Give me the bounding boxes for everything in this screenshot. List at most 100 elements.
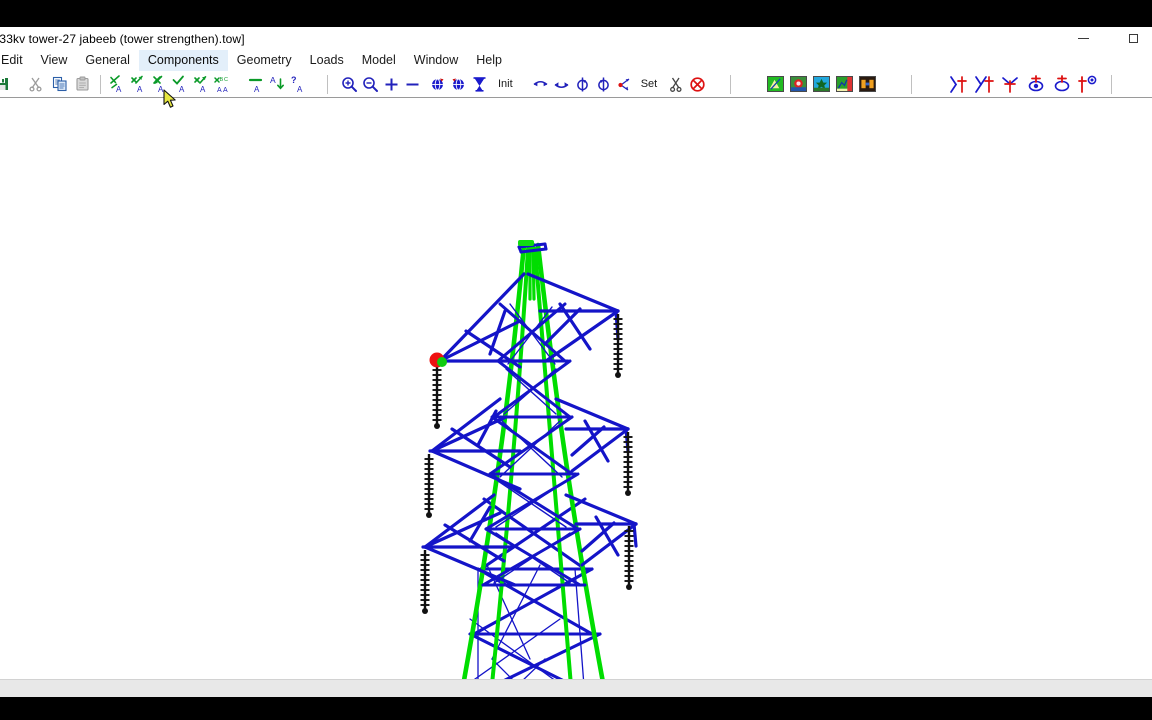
member-node-right-icon	[1054, 74, 1070, 91]
menu-item-help[interactable]: Help	[467, 50, 511, 71]
node-pick-icon	[618, 77, 630, 91]
menu-item-edit[interactable]: Edit	[0, 50, 32, 71]
flip-horizontal-icon	[533, 80, 548, 86]
member-node-left-icon	[1028, 74, 1044, 91]
model-canvas[interactable]	[0, 99, 1152, 679]
toolbar-separator	[730, 74, 732, 94]
text-down-arrow-icon: A	[270, 75, 284, 90]
insulator-button[interactable]	[1075, 74, 1101, 95]
bracing-type-a-button[interactable]	[945, 74, 971, 95]
trim-button[interactable]	[666, 74, 687, 95]
delete-circle-icon	[690, 76, 705, 92]
copy-button[interactable]	[49, 74, 70, 95]
add-text-abc-button[interactable]: B C A A	[211, 74, 232, 95]
text-help-button[interactable]: ? A	[288, 74, 309, 95]
toolbar-separator	[1111, 74, 1113, 94]
menu-item-view[interactable]: View	[32, 50, 77, 71]
svg-text:A: A	[223, 87, 228, 93]
add-text-check-button[interactable]: A	[169, 74, 190, 95]
paste-button[interactable]	[72, 74, 93, 95]
render-stress-button[interactable]	[790, 76, 808, 92]
restore-button[interactable]	[1110, 27, 1152, 50]
rotate-right-button[interactable]	[448, 74, 469, 95]
set-label[interactable]: Set	[638, 78, 661, 90]
hourglass-icon	[473, 76, 486, 92]
add-text-up-button[interactable]: A	[106, 74, 127, 95]
toolbar-group-file	[0, 71, 93, 97]
decrease-button[interactable]	[402, 74, 423, 95]
menu-item-loads[interactable]: Loads	[301, 50, 353, 71]
menu-item-components[interactable]: Components	[138, 50, 228, 71]
svg-text:A: A	[137, 85, 143, 93]
flip-vertical-icon	[554, 81, 569, 88]
save-button[interactable]	[0, 74, 12, 95]
letterbox-bottom	[0, 697, 1152, 720]
menu-item-general[interactable]: General	[76, 50, 138, 71]
init-label[interactable]: Init	[495, 78, 516, 90]
node-left-button[interactable]	[1023, 74, 1049, 95]
toolbar-separator	[911, 74, 913, 94]
add-text-arrow-button[interactable]: A	[190, 74, 211, 95]
insulator-string	[612, 312, 624, 380]
insulator-string	[419, 548, 431, 616]
insulator-string	[423, 452, 435, 520]
render-solid-button[interactable]	[767, 76, 785, 92]
minimize-button[interactable]	[1060, 27, 1106, 50]
render-chart-icon	[837, 77, 853, 91]
cut-icon	[28, 77, 42, 92]
node-right-button[interactable]	[1049, 74, 1075, 95]
svg-text:A: A	[200, 85, 206, 93]
svg-text:A: A	[116, 85, 122, 93]
menu-bar: Edit View General Components Geometry Lo…	[0, 50, 1152, 71]
rotate-globe-right-icon	[452, 78, 464, 90]
add-text-up-right-icon: A	[130, 75, 143, 93]
add-text-down-button[interactable]: A	[148, 74, 169, 95]
text-line-button[interactable]: A	[246, 74, 267, 95]
svg-text:A: A	[254, 85, 260, 93]
toolbar-group-transform: Set	[530, 71, 661, 97]
tower-drawing	[419, 240, 638, 679]
restore-icon	[1128, 34, 1138, 43]
toolbar-group-members	[945, 71, 1101, 97]
zoom-in-button[interactable]	[339, 74, 360, 95]
flip-vertical-button[interactable]	[551, 74, 572, 95]
application-window: [33kv tower-27 jabeeb (tower strengthen)…	[0, 27, 1152, 697]
svg-text:A: A	[179, 85, 185, 93]
toolbar-separator	[327, 74, 328, 94]
svg-text:C: C	[224, 77, 228, 83]
increase-button[interactable]	[381, 74, 402, 95]
rotate-ccw-button[interactable]	[593, 74, 614, 95]
render-wireframe-button[interactable]	[859, 76, 877, 92]
render-chart-button[interactable]	[836, 76, 854, 92]
text-down-arrow-button[interactable]: A	[267, 74, 288, 95]
member-brace-b-icon	[975, 75, 995, 93]
menu-item-window[interactable]: Window	[405, 50, 467, 71]
add-text-up-right-button[interactable]: A	[127, 74, 148, 95]
delete-button[interactable]	[687, 74, 708, 95]
scissors-icon	[670, 77, 682, 92]
menu-item-geometry[interactable]: Geometry	[228, 50, 301, 71]
rotate-ccw-icon	[597, 77, 609, 91]
cut-button[interactable]	[25, 74, 46, 95]
render-stress-icon	[791, 77, 807, 91]
letterbox-top	[0, 0, 1152, 27]
rotate-cw-icon	[576, 77, 588, 91]
render-loads-button[interactable]	[813, 76, 831, 92]
perspective-button[interactable]	[469, 74, 490, 95]
horizontal-scrollbar[interactable]	[0, 679, 1152, 697]
svg-text:A: A	[297, 85, 303, 93]
menu-item-model[interactable]: Model	[353, 50, 405, 71]
flip-horizontal-button[interactable]	[530, 74, 551, 95]
pick-node-button[interactable]	[614, 74, 635, 95]
zoom-in-icon	[342, 76, 357, 92]
zoom-out-button[interactable]	[360, 74, 381, 95]
render-green-icon	[768, 77, 784, 91]
member-brace-a-icon	[950, 75, 968, 93]
bracing-type-b-button[interactable]	[971, 74, 997, 95]
svg-text:A: A	[158, 85, 164, 93]
toolbar-separator	[100, 74, 101, 94]
leg-member-button[interactable]	[997, 74, 1023, 95]
rotate-left-button[interactable]	[427, 74, 448, 95]
render-blue-icon	[814, 77, 830, 91]
rotate-cw-button[interactable]	[572, 74, 593, 95]
